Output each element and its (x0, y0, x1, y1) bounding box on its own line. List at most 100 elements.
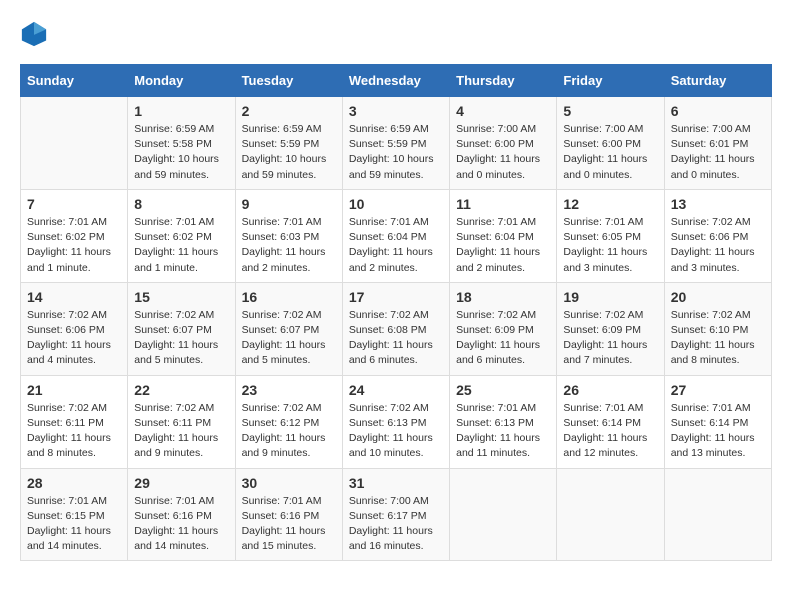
day-info: Sunrise: 7:01 AM Sunset: 6:04 PM Dayligh… (456, 215, 550, 276)
calendar-cell: 3Sunrise: 6:59 AM Sunset: 5:59 PM Daylig… (342, 97, 449, 190)
calendar-week-row: 7 Sunrise: 7:01 AM Sunset: 6:02 PM Daylig… (21, 189, 772, 282)
calendar-cell: 7 Sunrise: 7:01 AM Sunset: 6:02 PM Daylig… (21, 189, 128, 282)
calendar-cell: 2 Sunrise: 6:59 AM Sunset: 5:59 PM Daylig… (235, 97, 342, 190)
day-number: 2 (242, 103, 336, 119)
day-info: Sunrise: 7:01 AM Sunset: 6:02 PM Dayligh… (27, 215, 121, 276)
day-info: Sunrise: 7:01 AM Sunset: 6:14 PM Dayligh… (563, 401, 657, 462)
calendar-cell: 9 Sunrise: 7:01 AM Sunset: 6:03 PM Daylig… (235, 189, 342, 282)
day-number: 14 (27, 289, 121, 305)
day-info: Sunrise: 7:02 AM Sunset: 6:08 PM Dayligh… (349, 308, 443, 369)
day-info: Sunrise: 6:59 AM Sunset: 5:59 PM Dayligh… (242, 122, 336, 183)
weekday-header-tuesday: Tuesday (235, 65, 342, 97)
day-number: 20 (671, 289, 765, 305)
day-info: Sunrise: 7:02 AM Sunset: 6:07 PM Dayligh… (242, 308, 336, 369)
day-number: 13 (671, 196, 765, 212)
day-info: Sunrise: 7:00 AM Sunset: 6:17 PM Dayligh… (349, 494, 443, 555)
calendar-cell: 26 Sunrise: 7:01 AM Sunset: 6:14 PM Dayli… (557, 375, 664, 468)
day-number: 24 (349, 382, 443, 398)
day-info: Sunrise: 7:00 AM Sunset: 6:00 PM Dayligh… (563, 122, 657, 183)
day-info: Sunrise: 7:02 AM Sunset: 6:10 PM Dayligh… (671, 308, 765, 369)
day-number: 16 (242, 289, 336, 305)
day-info: Sunrise: 7:01 AM Sunset: 6:03 PM Dayligh… (242, 215, 336, 276)
calendar-cell: 22Sunrise: 7:02 AM Sunset: 6:11 PM Dayli… (128, 375, 235, 468)
day-info: Sunrise: 7:02 AM Sunset: 6:06 PM Dayligh… (27, 308, 121, 369)
day-number: 30 (242, 475, 336, 491)
weekday-header-row: SundayMondayTuesdayWednesdayThursdayFrid… (21, 65, 772, 97)
calendar-cell: 13 Sunrise: 7:02 AM Sunset: 6:06 PM Dayli… (664, 189, 771, 282)
calendar-cell: 27 Sunrise: 7:01 AM Sunset: 6:14 PM Dayli… (664, 375, 771, 468)
day-info: Sunrise: 7:02 AM Sunset: 6:07 PM Dayligh… (134, 308, 228, 369)
calendar-cell: 15 Sunrise: 7:02 AM Sunset: 6:07 PM Dayli… (128, 282, 235, 375)
calendar-cell: 14 Sunrise: 7:02 AM Sunset: 6:06 PM Dayli… (21, 282, 128, 375)
calendar-cell: 29 Sunrise: 7:01 AM Sunset: 6:16 PM Dayli… (128, 468, 235, 561)
calendar-cell: 25 Sunrise: 7:01 AM Sunset: 6:13 PM Dayli… (450, 375, 557, 468)
weekday-header-friday: Friday (557, 65, 664, 97)
day-number: 23 (242, 382, 336, 398)
day-info: Sunrise: 7:01 AM Sunset: 6:13 PM Dayligh… (456, 401, 550, 462)
day-number: 31 (349, 475, 443, 491)
day-info: Sunrise: 7:01 AM Sunset: 6:04 PM Dayligh… (349, 215, 443, 276)
day-info: Sunrise: 7:01 AM Sunset: 6:14 PM Dayligh… (671, 401, 765, 462)
day-info: Sunrise: 7:01 AM Sunset: 6:15 PM Dayligh… (27, 494, 121, 555)
day-number: 19 (563, 289, 657, 305)
calendar-cell: 16 Sunrise: 7:02 AM Sunset: 6:07 PM Dayli… (235, 282, 342, 375)
day-number: 27 (671, 382, 765, 398)
calendar-cell: 17Sunrise: 7:02 AM Sunset: 6:08 PM Dayli… (342, 282, 449, 375)
page-header (20, 20, 772, 48)
calendar-cell: 8 Sunrise: 7:01 AM Sunset: 6:02 PM Daylig… (128, 189, 235, 282)
day-number: 18 (456, 289, 550, 305)
day-number: 4 (456, 103, 550, 119)
calendar-cell: 5 Sunrise: 7:00 AM Sunset: 6:00 PM Daylig… (557, 97, 664, 190)
day-number: 15 (134, 289, 228, 305)
day-number: 29 (134, 475, 228, 491)
day-info: Sunrise: 7:01 AM Sunset: 6:16 PM Dayligh… (242, 494, 336, 555)
day-number: 5 (563, 103, 657, 119)
day-info: Sunrise: 7:02 AM Sunset: 6:09 PM Dayligh… (456, 308, 550, 369)
day-number: 7 (27, 196, 121, 212)
day-number: 8 (134, 196, 228, 212)
calendar-week-row: 14 Sunrise: 7:02 AM Sunset: 6:06 PM Dayli… (21, 282, 772, 375)
calendar-cell (450, 468, 557, 561)
day-number: 25 (456, 382, 550, 398)
day-info: Sunrise: 7:02 AM Sunset: 6:09 PM Dayligh… (563, 308, 657, 369)
day-number: 6 (671, 103, 765, 119)
day-info: Sunrise: 7:00 AM Sunset: 6:00 PM Dayligh… (456, 122, 550, 183)
day-info: Sunrise: 7:02 AM Sunset: 6:12 PM Dayligh… (242, 401, 336, 462)
day-info: Sunrise: 7:01 AM Sunset: 6:16 PM Dayligh… (134, 494, 228, 555)
calendar-cell: 6 Sunrise: 7:00 AM Sunset: 6:01 PM Daylig… (664, 97, 771, 190)
calendar-cell: 4 Sunrise: 7:00 AM Sunset: 6:00 PM Daylig… (450, 97, 557, 190)
day-number: 26 (563, 382, 657, 398)
day-info: Sunrise: 7:00 AM Sunset: 6:01 PM Dayligh… (671, 122, 765, 183)
calendar-cell: 23 Sunrise: 7:02 AM Sunset: 6:12 PM Dayli… (235, 375, 342, 468)
logo-icon (20, 20, 48, 48)
calendar-table: SundayMondayTuesdayWednesdayThursdayFrid… (20, 64, 772, 561)
weekday-header-saturday: Saturday (664, 65, 771, 97)
logo (20, 20, 52, 48)
day-info: Sunrise: 7:02 AM Sunset: 6:13 PM Dayligh… (349, 401, 443, 462)
calendar-cell: 24 Sunrise: 7:02 AM Sunset: 6:13 PM Dayli… (342, 375, 449, 468)
day-info: Sunrise: 7:02 AM Sunset: 6:06 PM Dayligh… (671, 215, 765, 276)
calendar-week-row: 28 Sunrise: 7:01 AM Sunset: 6:15 PM Dayli… (21, 468, 772, 561)
day-number: 9 (242, 196, 336, 212)
weekday-header-thursday: Thursday (450, 65, 557, 97)
day-number: 21 (27, 382, 121, 398)
day-number: 10 (349, 196, 443, 212)
calendar-cell (557, 468, 664, 561)
weekday-header-sunday: Sunday (21, 65, 128, 97)
calendar-cell: 1Sunrise: 6:59 AM Sunset: 5:58 PM Daylig… (128, 97, 235, 190)
day-info: Sunrise: 7:02 AM Sunset: 6:11 PM Dayligh… (134, 401, 228, 462)
calendar-cell: 18 Sunrise: 7:02 AM Sunset: 6:09 PM Dayli… (450, 282, 557, 375)
day-info: Sunrise: 7:01 AM Sunset: 6:02 PM Dayligh… (134, 215, 228, 276)
weekday-header-monday: Monday (128, 65, 235, 97)
day-number: 3 (349, 103, 443, 119)
day-number: 28 (27, 475, 121, 491)
calendar-cell: 28 Sunrise: 7:01 AM Sunset: 6:15 PM Dayli… (21, 468, 128, 561)
calendar-cell: 30 Sunrise: 7:01 AM Sunset: 6:16 PM Dayli… (235, 468, 342, 561)
calendar-cell: 12Sunrise: 7:01 AM Sunset: 6:05 PM Dayli… (557, 189, 664, 282)
day-number: 12 (563, 196, 657, 212)
calendar-cell: 19 Sunrise: 7:02 AM Sunset: 6:09 PM Dayli… (557, 282, 664, 375)
calendar-cell: 21Sunrise: 7:02 AM Sunset: 6:11 PM Dayli… (21, 375, 128, 468)
day-info: Sunrise: 6:59 AM Sunset: 5:58 PM Dayligh… (134, 122, 228, 183)
calendar-week-row: 21 Sunrise: 7:02 AM Sunset: 6:11 PM Dayli… (21, 375, 772, 468)
calendar-cell: 20 Sunrise: 7:02 AM Sunset: 6:10 PM Dayli… (664, 282, 771, 375)
